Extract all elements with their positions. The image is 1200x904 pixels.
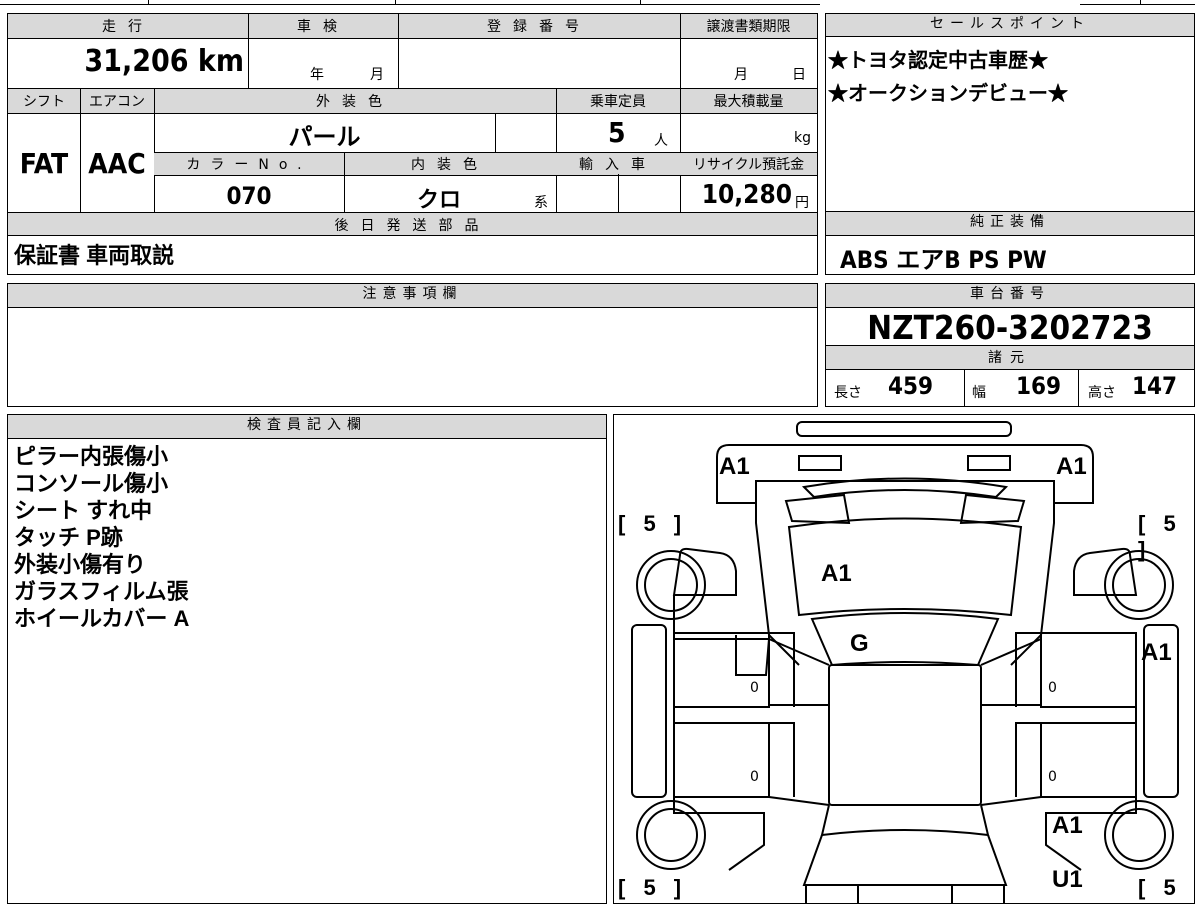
height-value: 147 [1132,372,1178,400]
shift-header: シフト [23,94,65,110]
mileage-value: 31,206 km [84,44,244,79]
interior-color-header: 内装色 [411,157,489,173]
exterior-color-header: 外装色 [316,94,394,110]
inspector-line-6: ガラスフィルム張 [14,579,189,604]
interior-suffix: 系 [534,195,548,211]
width-label: 幅 [972,385,986,401]
mark-right-side: A1 [1141,639,1172,666]
car-outline-diagram [631,421,1179,903]
vehicle-info-grid: 走行 車検 登録番号 譲渡書類期限 31,206 km 年 月 月 日 シフト … [7,13,818,275]
top-strip [0,0,1200,6]
genuine-equipment-header: 純正装備 [826,212,1194,236]
inspector-box: 検査員記入欄 ピラー内張傷小 コンソール傷小 シート すれ中 タッチ P跡 外装… [7,414,607,904]
transfer-day: 日 [792,67,806,83]
sales-points-header: セールスポイント [826,14,1194,37]
inspection-month: 月 [370,67,384,83]
mark-door-fl: 0 [750,680,759,696]
sales-points-box: セールスポイント ★トヨタ認定中古車歴★ ★オークションデビュー★ [825,13,1195,213]
max-load-unit: kg [794,130,811,146]
aircon-value: AAC [88,147,146,180]
length-value: 459 [888,372,934,400]
color-no-value: 070 [226,182,272,210]
genuine-equipment-box: 純正装備 ABS エアB PS PW [825,211,1195,275]
inspector-line-7: ホイールカバー A [14,606,190,631]
chassis-box: 車台番号 NZT260-3202723 諸元 長さ 459 幅 169 高さ 1… [825,283,1195,407]
tire-front-left: [ 5 ] [618,511,688,536]
chassis-number: NZT260-3202723 [867,308,1153,347]
damage-diagram: A1 A1 A1 G A1 A1 U1 0 0 0 0 [ 5 ] [ 5 ] … [613,414,1195,904]
later-parts-header: 後日発送部品 [334,218,491,234]
inspector-line-5: 外装小傷有り [14,552,147,577]
length-label: 長さ [834,385,862,401]
interior-color-value: クロ [416,188,461,213]
capacity-header: 乗車定員 [590,94,646,110]
capacity-unit: 人 [654,133,668,149]
capacity-value: 5 [608,116,626,149]
mark-front-left: A1 [719,453,750,480]
mark-rear-right: A1 [1052,812,1083,839]
mark-windshield: G [850,630,869,657]
recycle-fee-header: リサイクル預託金 [692,157,805,173]
spec-header: 諸元 [988,350,1032,366]
sales-point-1: ★トヨタ認定中古車歴★ [828,50,1048,72]
chassis-header: 車台番号 [826,284,1194,308]
import-header: 輸入車 [579,157,657,173]
shift-value: FAT [19,147,69,180]
mark-hood: A1 [821,560,852,587]
width-value: 169 [1016,372,1062,400]
inspection-header: 車検 [297,19,349,35]
mark-rear-bottom: U1 [1052,866,1083,893]
notes-box: 注意事項欄 [7,283,818,407]
recycle-fee-value: 10,280 [701,180,792,210]
max-load-header: 最大積載量 [713,94,784,110]
height-label: 高さ [1088,385,1116,401]
tire-rear-left: [ 5 ] [618,875,688,900]
inspector-line-2: コンソール傷小 [14,471,169,496]
mark-front-right: A1 [1056,453,1087,480]
sales-point-2: ★オークションデビュー★ [828,83,1068,105]
mark-door-rr: 0 [1048,769,1057,785]
tire-front-right: [ 5 ] [1138,511,1182,562]
inspector-line-1: ピラー内張傷小 [14,444,169,469]
mark-door-rl: 0 [750,769,759,785]
color-no-header: カラーNo. [186,157,312,173]
transfer-month: 月 [734,67,748,83]
recycle-fee-unit: 円 [795,195,809,211]
later-parts-value: 保証書 車両取説 [14,243,175,268]
inspection-year: 年 [310,67,324,83]
transfer-deadline-header: 譲渡書類期限 [706,19,791,35]
aircon-header: エアコン [89,94,145,110]
inspector-line-4: タッチ P跡 [14,525,123,550]
mark-door-fr: 0 [1048,680,1057,696]
mileage-header: 走行 [102,19,154,35]
inspector-header: 検査員記入欄 [8,415,606,439]
notes-header: 注意事項欄 [8,284,817,308]
registration-header: 登録番号 [487,19,591,35]
genuine-equipment-value: ABS エアB PS PW [840,246,1047,274]
inspector-line-3: シート すれ中 [14,498,153,523]
exterior-color-value: パール [288,123,361,151]
